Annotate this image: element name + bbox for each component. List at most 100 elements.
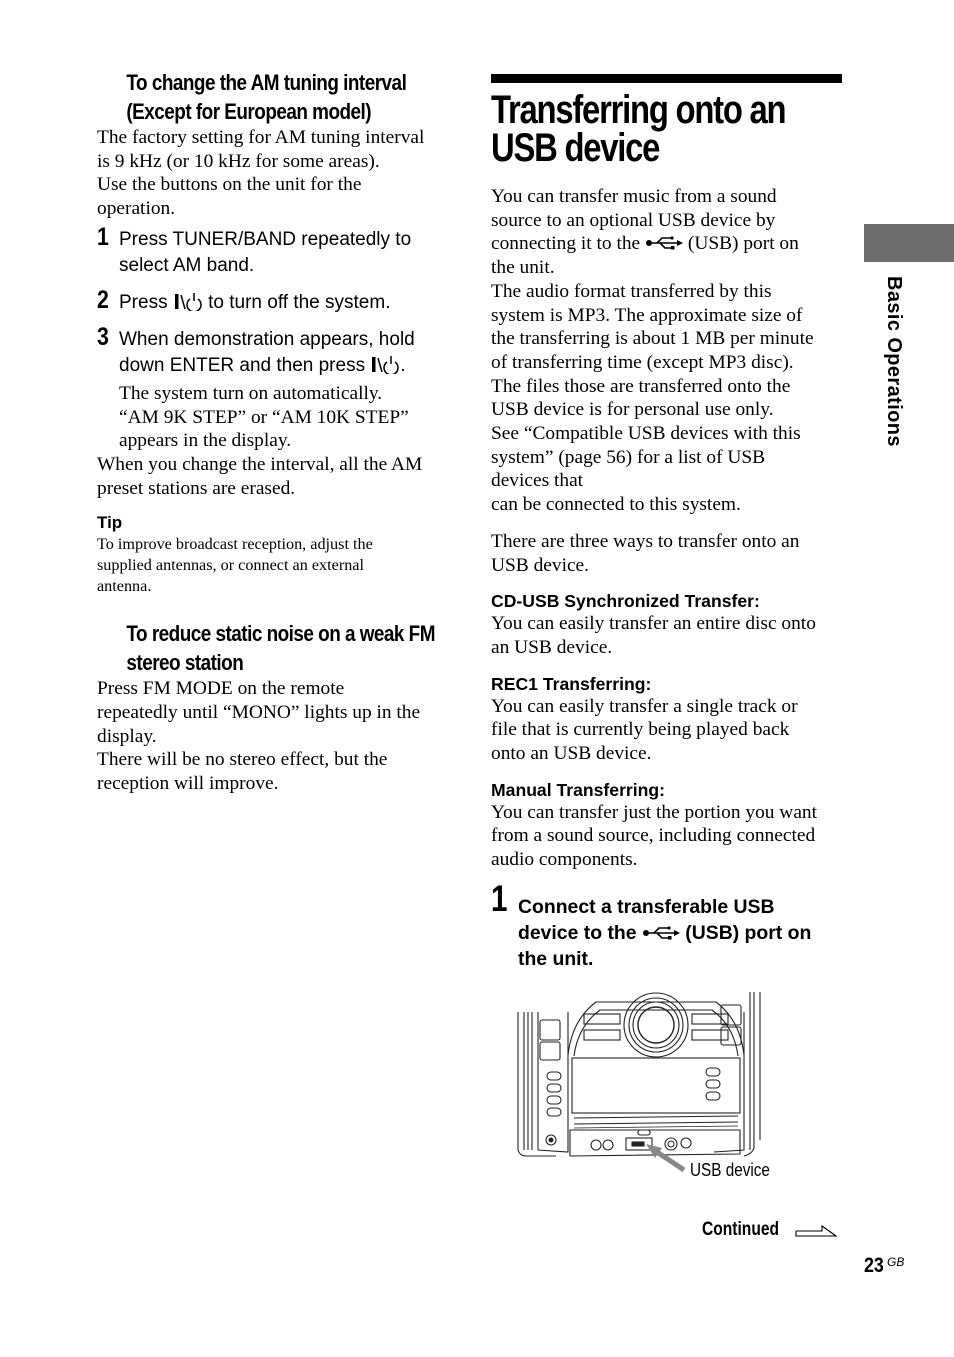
text-line: repeatedly until “MONO” lights up in the [97,702,421,724]
fm-heading-line1: To reduce static noise on a weak FM [126,621,435,647]
text-line: You can transfer just the portion you wa… [491,801,818,823]
am-step-2: 2 Press to turn off the system. [97,285,457,316]
tip-label: Tip [97,513,123,533]
text-line: See “Compatible USB devices with this [491,423,801,445]
text-line: The system turn on automatically. [119,382,383,404]
text-line: file that is currently being played back [491,719,790,741]
am-heading-line1: To change the AM tuning interval [126,70,407,95]
step-number: 3 [97,322,109,351]
text-line: audio components. [491,849,638,871]
power-icon [370,355,400,376]
text-line: antenna. [97,577,152,596]
am-note: When you change the interval, all the AM… [97,453,457,500]
right-column: Transferring onto an USB device You can … [491,74,843,972]
title-line: Transferring onto an [491,88,787,132]
step-text: When demonstration appears, hold [119,328,415,350]
am-step-3: 3 When demonstration appears, hold down … [97,322,457,453]
text-line: When you change the interval, all the AM [97,453,423,475]
step-3-result: The system turn on automatically. “AM 9K… [119,382,457,453]
text-line: supplied antennas, or connect an externa… [97,556,364,575]
method-manual: Manual Transferring: You can transfer ju… [491,779,843,872]
text-line: an USB device. [491,636,613,658]
am-heading-line2: (Except for European model) [126,99,372,124]
step-number: 2 [97,285,109,314]
step-number: 1 [97,222,109,251]
method-rec1: REC1 Transferring: You can easily transf… [491,673,843,766]
text-line: The audio format transferred by this [491,280,772,302]
am-heading: To change the AM tuning interval (Except… [97,68,457,126]
fm-text: Press FM MODE on the remote repeatedly u… [97,677,457,796]
text-line: reception will improve. [97,773,279,795]
text-line: Press FM MODE on the remote [97,678,345,700]
method-cd-usb: CD-USB Synchronized Transfer: You can ea… [491,590,843,659]
text-line: Connect a transferable USB [518,895,775,918]
text-line: the unit. [518,947,594,970]
power-icon [173,292,203,313]
stereo-unit-illustration [516,990,776,1185]
usb-icon [645,233,684,254]
text-line: appears in the display. [119,430,292,452]
usb-step-1: 1 Connect a transferable USB device to t… [491,880,843,972]
intro-text: You can transfer music from a sound sour… [491,185,843,517]
text-line: can be connected to this system. [491,494,741,516]
text-after: (USB) port on [683,233,799,255]
text-line: USB device. [491,554,590,576]
section-tab-marker [864,224,954,262]
figure-caption: USB device [690,1160,770,1180]
text-line: the transferring is about 1 MB per minut… [491,328,814,350]
step-text-before: Press [119,291,173,313]
fm-heading: To reduce static noise on a weak FM ster… [97,619,457,677]
text-line: device to the (USB) port on [518,920,843,946]
text-line: Use the buttons on the unit for the [97,174,362,196]
text-line: system” (page 56) for a list of USB [491,446,766,468]
step-text: Press to turn off the system. [119,290,457,316]
usb-icon [642,922,680,944]
page-number-suffix: GB [887,1255,905,1269]
step-text: Press TUNER/BAND repeatedly to [119,228,412,250]
text-line: connecting it to the (USB) port on [491,232,843,256]
pointer-arrow [646,1144,686,1173]
step-number: 1 [491,877,508,919]
continued-indicator: Continued [702,1219,837,1241]
text-line: The factory setting for AM tuning interv… [97,127,425,148]
method-heading: Manual Transferring: [491,779,666,800]
text-line: You can transfer music from a sound [491,186,777,207]
text-before: device to the [518,921,642,944]
text-line: USB device is for personal use only. [491,399,774,421]
text-line: of transferring time (except MP3 disc). [491,351,794,373]
text-line: system is MP3. The approximate size of [491,304,803,326]
section-rule [491,74,842,83]
am-step-1: 1 Press TUNER/BAND repeatedly to select … [97,222,457,279]
section-tab-text: Basic Operations [883,276,905,447]
page-number: 23 GB [864,1254,904,1278]
text-line: the unit. [491,257,555,279]
text-line: “AM 9K STEP” or “AM 10K STEP” [119,406,409,428]
text-line: To improve broadcast reception, adjust t… [97,535,373,554]
step-text-end: . [400,354,406,376]
text-line: You can easily transfer an entire disc o… [491,613,816,635]
method-heading: REC1 Transferring: [491,673,652,694]
title-line: USB device [491,126,660,170]
text-line: onto an USB device. [491,743,652,765]
text-line: is 9 kHz (or 10 kHz for some areas). [97,150,380,172]
text-line: The files those are transferred onto the [491,375,791,397]
section-tab-label: Basic Operations [873,276,913,476]
text-line: devices that [491,470,584,492]
text-after: (USB) port on [679,921,812,944]
text-line: source to an optional USB device by [491,209,776,231]
fm-heading-line2: stereo station [126,650,244,676]
page-number-value: 23 [864,1254,884,1277]
method-heading: CD-USB Synchronized Transfer: [491,591,760,612]
am-intro: The factory setting for AM tuning interv… [97,126,457,221]
ways-text: There are three ways to transfer onto an… [491,530,843,577]
text-line: There are three ways to transfer onto an [491,530,800,552]
text-before: connecting it to the [491,233,646,255]
text-line: preset stations are erased. [97,477,296,499]
text-line: You can easily transfer a single track o… [491,695,798,717]
text-line: from a sound source, including connected [491,825,816,847]
step-text-after: to turn off the system. [202,291,391,313]
arrow-right-icon [795,1224,837,1237]
left-column: To change the AM tuning interval (Except… [97,68,457,796]
step-text: select AM band. [119,254,255,276]
step-text-before: down ENTER and then press [119,354,371,376]
